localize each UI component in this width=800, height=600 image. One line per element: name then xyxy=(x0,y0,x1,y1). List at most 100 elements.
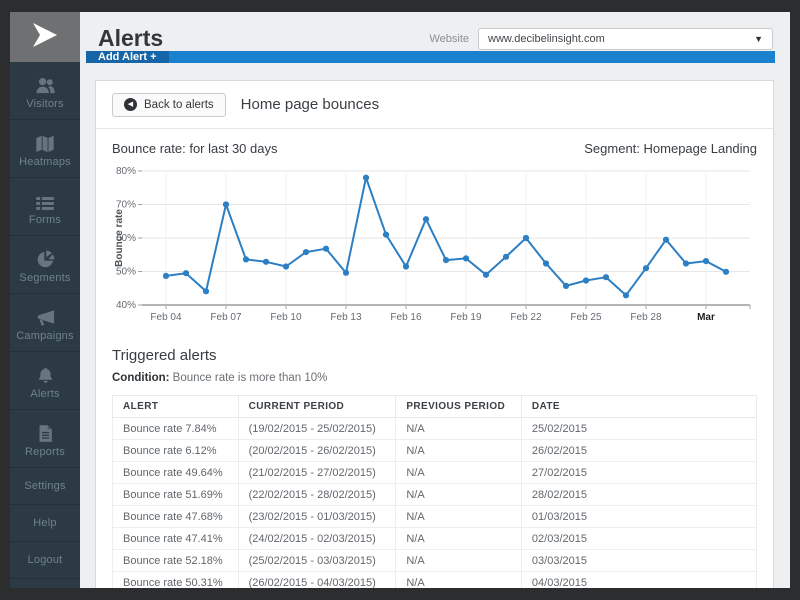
table-cell: 02/03/2015 xyxy=(520,527,758,550)
table-cell: 27/02/2015 xyxy=(520,461,758,484)
sidebar-item-label: Heatmaps xyxy=(19,155,71,168)
data-point[interactable] xyxy=(562,282,570,289)
website-dropdown-value: www.decibelinsight.com xyxy=(488,33,605,45)
data-point[interactable] xyxy=(402,263,410,270)
table-cell: Bounce rate 52.18% xyxy=(112,549,239,572)
window-frame: Visitors Heatmaps Forms Segments Campaig… xyxy=(0,0,800,600)
table-cell: Bounce rate 47.41% xyxy=(112,527,239,550)
data-point[interactable] xyxy=(382,231,390,238)
data-point[interactable] xyxy=(162,272,170,279)
data-point[interactable] xyxy=(522,234,530,242)
sidebar-item-label: Reports xyxy=(25,445,65,458)
data-point[interactable] xyxy=(662,236,670,243)
table-row: Bounce rate 6.12% (20/02/2015 - 26/02/201… xyxy=(112,439,758,462)
x-tick-label: Feb 22 xyxy=(510,312,542,323)
table-cell: 01/03/2015 xyxy=(520,505,758,528)
data-point[interactable] xyxy=(502,253,510,260)
x-tick-label: Feb 07 xyxy=(210,312,242,323)
table-cell: (25/02/2015 - 03/03/2015) xyxy=(237,549,397,572)
sidebar-item-label: Settings xyxy=(24,480,66,492)
data-point[interactable] xyxy=(722,268,730,275)
data-point[interactable] xyxy=(682,260,690,267)
data-point[interactable] xyxy=(342,269,350,276)
table-cell: N/A xyxy=(395,483,522,506)
data-point[interactable] xyxy=(282,263,290,270)
table-cell: 25/02/2015 xyxy=(520,417,758,440)
table-row: Bounce rate 52.18% (25/02/2015 - 03/03/20… xyxy=(112,549,758,572)
sidebar-item-campaigns[interactable]: Campaigns xyxy=(10,294,80,352)
data-point[interactable] xyxy=(422,216,430,223)
sidebar-item-alerts[interactable]: Alerts xyxy=(10,352,80,410)
add-alert-bar: Add Alert + xyxy=(86,51,775,63)
add-alert-button[interactable]: Add Alert + xyxy=(86,51,169,63)
table-cell: N/A xyxy=(395,527,522,550)
table-header-row: ALERT CURRENT PERIOD PREVIOUS PERIOD DAT… xyxy=(112,395,758,418)
condition-label: Condition: xyxy=(112,372,170,384)
table-cell: N/A xyxy=(395,439,522,462)
alert-panel: ◀ Back to alerts Home page bounces Bounc… xyxy=(95,80,774,588)
table-row: Bounce rate 47.68% (23/02/2015 - 01/03/20… xyxy=(112,505,758,528)
table-cell: (19/02/2015 - 25/02/2015) xyxy=(237,417,397,440)
sidebar-item-logout[interactable]: Logout xyxy=(10,542,80,579)
data-point[interactable] xyxy=(302,249,310,256)
alerts-icon xyxy=(35,362,56,386)
table-row: Bounce rate 51.69% (22/02/2015 - 28/02/20… xyxy=(112,483,758,506)
column-header-current-period: CURRENT PERIOD xyxy=(237,395,397,418)
data-point[interactable] xyxy=(222,201,230,208)
data-point[interactable] xyxy=(362,174,370,181)
logo[interactable] xyxy=(10,12,80,62)
data-point[interactable] xyxy=(462,255,470,262)
condition-line: Condition: Bounce rate is more than 10% xyxy=(112,371,757,385)
table-cell: 28/02/2015 xyxy=(520,483,758,506)
sidebar-item-help[interactable]: Help xyxy=(10,505,80,542)
reports-icon xyxy=(36,420,55,444)
sidebar-item-label: Help xyxy=(33,517,57,529)
triggered-alerts-title: Triggered alerts xyxy=(112,347,217,364)
data-point[interactable] xyxy=(202,288,210,295)
data-point[interactable] xyxy=(182,270,190,277)
x-tick-label: Feb 16 xyxy=(390,312,422,323)
sidebar-item-forms[interactable]: Forms xyxy=(10,178,80,236)
forms-icon xyxy=(34,188,56,212)
sidebar-item-visitors[interactable]: Visitors xyxy=(10,62,80,120)
data-point[interactable] xyxy=(602,274,610,281)
sidebar-item-reports[interactable]: Reports xyxy=(10,410,80,468)
sidebar-item-label: Visitors xyxy=(26,97,64,110)
sidebar-item-segments[interactable]: Segments xyxy=(10,236,80,294)
table-cell: Bounce rate 6.12% xyxy=(112,439,239,462)
main-content: Alerts Website www.decibelinsight.com ▼ … xyxy=(80,12,790,588)
table-row: Bounce rate 50.31% (26/02/2015 - 04/03/20… xyxy=(112,571,758,588)
arrow-right-logo-icon xyxy=(28,20,62,55)
sidebar-item-label: Forms xyxy=(28,213,62,226)
sidebar-item-heatmaps[interactable]: Heatmaps xyxy=(10,120,80,178)
sidebar-item-label: Logout xyxy=(27,554,63,566)
data-point[interactable] xyxy=(442,257,450,264)
back-to-alerts-button[interactable]: ◀ Back to alerts xyxy=(112,92,226,117)
data-point[interactable] xyxy=(582,277,590,284)
column-header-previous-period: PREVIOUS PERIOD xyxy=(395,395,522,418)
panel-header: ◀ Back to alerts Home page bounces xyxy=(96,81,773,129)
y-axis-title: Bounce rate xyxy=(114,209,125,267)
data-point[interactable] xyxy=(542,260,550,267)
data-point[interactable] xyxy=(702,258,710,265)
table-cell: (23/02/2015 - 01/03/2015) xyxy=(237,505,397,528)
data-point[interactable] xyxy=(242,256,250,263)
website-picker: Website www.decibelinsight.com ▼ xyxy=(429,28,773,50)
chevron-down-icon: ▼ xyxy=(754,34,763,44)
website-label: Website xyxy=(429,33,469,45)
data-point[interactable] xyxy=(642,265,650,272)
sidebar-item-label: Segments xyxy=(19,271,71,284)
back-icon: ◀ xyxy=(124,98,137,111)
data-point[interactable] xyxy=(322,245,330,252)
y-tick-label: 80% xyxy=(116,166,136,177)
triggered-alerts-table: ALERT CURRENT PERIOD PREVIOUS PERIOD DAT… xyxy=(112,395,758,588)
website-dropdown[interactable]: www.decibelinsight.com ▼ xyxy=(478,28,773,50)
data-point[interactable] xyxy=(482,271,490,278)
chart-title: Bounce rate: for last 30 days xyxy=(112,141,278,156)
data-point[interactable] xyxy=(622,292,630,299)
data-point[interactable] xyxy=(262,258,270,265)
table-cell: N/A xyxy=(395,461,522,484)
table-cell: N/A xyxy=(395,505,522,528)
sidebar-item-settings[interactable]: Settings xyxy=(10,468,80,505)
x-tick-label: Feb 19 xyxy=(450,312,482,323)
